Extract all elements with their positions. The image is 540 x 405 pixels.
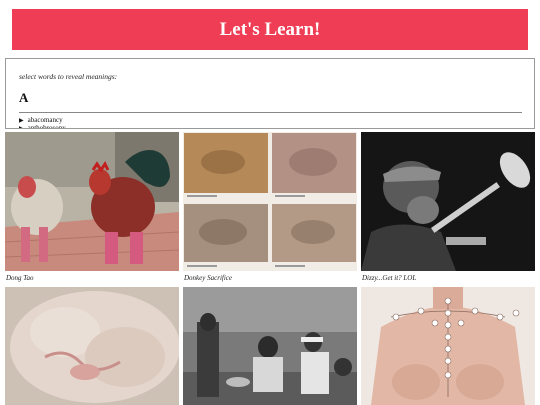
page-title: Let's Learn!: [219, 18, 321, 40]
image-trumpet-player[interactable]: [361, 132, 535, 271]
image-donkey-sacrifice[interactable]: [183, 132, 357, 271]
header-banner: Let's Learn!: [12, 9, 528, 50]
image-acupressure-chest[interactable]: [361, 287, 535, 405]
image-caption: Dong Tao: [6, 274, 34, 282]
word-label: abacomancy: [27, 116, 63, 124]
instruction-text: select words to reveal meanings:: [19, 72, 118, 81]
divider: [19, 112, 522, 113]
image-caption: Dizzy...Get it? LOL: [362, 274, 417, 282]
image-group-seated-men[interactable]: [183, 287, 357, 405]
word-label: anthobrosopy: [27, 124, 66, 129]
disclosure-triangle-icon: ▶: [19, 117, 24, 124]
disclosure-triangle-icon: ▶: [19, 125, 24, 129]
word-toggle-anthobrosopy[interactable]: ▶ anthobrosopy: [19, 124, 66, 129]
image-dong-tao-chickens[interactable]: [5, 132, 179, 271]
image-raw-meat[interactable]: [5, 287, 179, 405]
word-toggle-abacomancy[interactable]: ▶ abacomancy: [19, 116, 63, 124]
image-caption: Donkey Sacrifice: [184, 274, 233, 282]
letter-heading: A: [19, 90, 29, 105]
glossary-panel[interactable]: select words to reveal meanings: A ▶ aba…: [5, 58, 535, 129]
